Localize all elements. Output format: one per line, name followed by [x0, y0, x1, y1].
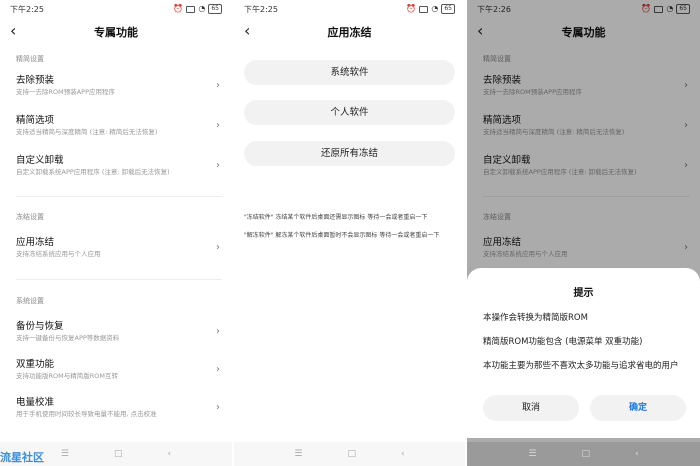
section-header: 系统设置: [16, 297, 44, 305]
section-header: 精简设置: [16, 55, 44, 63]
list-item-custom-uninstall[interactable]: 自定义卸载 自定义卸载系统APP应用程序 (注意: 卸载后无法恢复) ›: [16, 154, 222, 184]
home-icon[interactable]: □: [114, 449, 123, 459]
divider: [16, 196, 222, 197]
back-icon[interactable]: ‹: [401, 449, 405, 459]
wifi-icon: ◔: [431, 4, 439, 13]
chevron-right-icon: ›: [216, 326, 220, 337]
battery-icon: 65: [441, 4, 455, 14]
list-item-remove-preinstalled[interactable]: 去除预装 支持一去除ROM预装APP应用程序 ›: [16, 74, 222, 104]
freeze-note: "冻结软件" 冻结某个软件后桌面还需显示图标 等待一会或者重启一下: [244, 214, 428, 221]
signal-icon: [186, 5, 196, 13]
status-time: 下午2:25: [10, 4, 44, 14]
dialog-message: 精简版ROM功能包含 (电源菜单 双重功能): [483, 337, 643, 347]
page-title: 专属功能: [94, 26, 138, 39]
restore-all-frozen-button[interactable]: 还原所有冻结: [244, 141, 455, 166]
menu-icon[interactable]: ☰: [294, 449, 302, 459]
back-icon[interactable]: ‹: [167, 449, 171, 459]
navigation-bar: ☰ □ ‹: [467, 442, 700, 466]
personal-apps-button[interactable]: 个人软件: [244, 100, 455, 125]
status-bar: 下午2:25 ⏰ ◔ 65: [234, 0, 465, 18]
watermark-text: 流星社区: [0, 451, 44, 464]
navigation-bar: ☰ □ ‹: [234, 442, 465, 466]
chevron-right-icon: ›: [216, 80, 220, 91]
home-icon[interactable]: □: [581, 449, 590, 459]
screen-app-freeze: 下午2:25 ⏰ ◔ 65 ‹ 应用冻结 系统软件 个人软件 还原所有冻结 "冻…: [234, 0, 465, 466]
system-apps-button[interactable]: 系统软件: [244, 60, 455, 85]
chevron-right-icon: ›: [216, 120, 220, 131]
divider: [16, 279, 222, 280]
list-item-app-freeze[interactable]: 应用冻结 支持冻结系统应用与个人应用 ›: [16, 236, 222, 266]
chevron-right-icon: ›: [216, 160, 220, 171]
confirm-dialog: 提示 本操作会转换为精简版ROM 精简版ROM功能包含 (电源菜单 双重功能) …: [467, 268, 700, 438]
list-item-battery-calibration[interactable]: 电量校准 用于手机使用时间较长导致电量不能用, 点击校准 ›: [16, 396, 222, 426]
menu-icon[interactable]: ☰: [528, 449, 536, 459]
cancel-button[interactable]: 取消: [483, 395, 579, 421]
section-header: 冻结设置: [16, 213, 44, 221]
home-icon[interactable]: □: [347, 449, 356, 459]
page-title: 应用冻结: [327, 26, 372, 39]
menu-icon[interactable]: ☰: [61, 449, 69, 459]
confirm-button[interactable]: 确定: [590, 395, 686, 421]
dialog-message: 本功能主要为那些不喜欢太多功能与追求省电的用户: [483, 361, 679, 371]
screen-exclusive-features-dialog: 下午2:26 ⏰ ◔ 65 ‹ 专属功能 精简设置 去除预装 支持一去除ROM预…: [467, 0, 700, 466]
list-item-dual-function[interactable]: 双重功能 支持功能版ROM与精简版ROM互转 ›: [16, 358, 222, 388]
status-bar: 下午2:25 ⏰ ◔ 65: [0, 0, 232, 18]
unfreeze-note: "解冻软件" 解冻某个软件后桌面暂时不会显示图标 等待一会或者重启一下: [244, 232, 440, 239]
signal-icon: [419, 5, 429, 13]
top-bar: ‹ 应用冻结: [234, 18, 465, 46]
back-icon[interactable]: ‹: [635, 449, 639, 459]
top-bar: ‹ 专属功能: [0, 18, 232, 46]
chevron-right-icon: ›: [216, 242, 220, 253]
wifi-icon: ◔: [198, 4, 206, 13]
dialog-title: 提示: [573, 288, 594, 299]
list-item-backup-restore[interactable]: 备份与恢复 支持一键备份与恢复APP等数据资料 ›: [16, 320, 222, 350]
chevron-right-icon: ›: [216, 402, 220, 413]
screen-exclusive-features: 下午2:25 ⏰ ◔ 65 ‹ 专属功能 精简设置 去除预装 支持一去除ROM预…: [0, 0, 232, 466]
battery-icon: 65: [208, 4, 222, 14]
dialog-message: 本操作会转换为精简版ROM: [483, 313, 588, 323]
alarm-icon: ⏰: [406, 4, 417, 13]
alarm-icon: ⏰: [173, 4, 184, 13]
status-time: 下午2:25: [244, 4, 278, 14]
chevron-right-icon: ›: [216, 364, 220, 375]
list-item-slim-options[interactable]: 精简选项 支持适当精简与深度精简 (注意: 精简后无法恢复) ›: [16, 114, 222, 144]
